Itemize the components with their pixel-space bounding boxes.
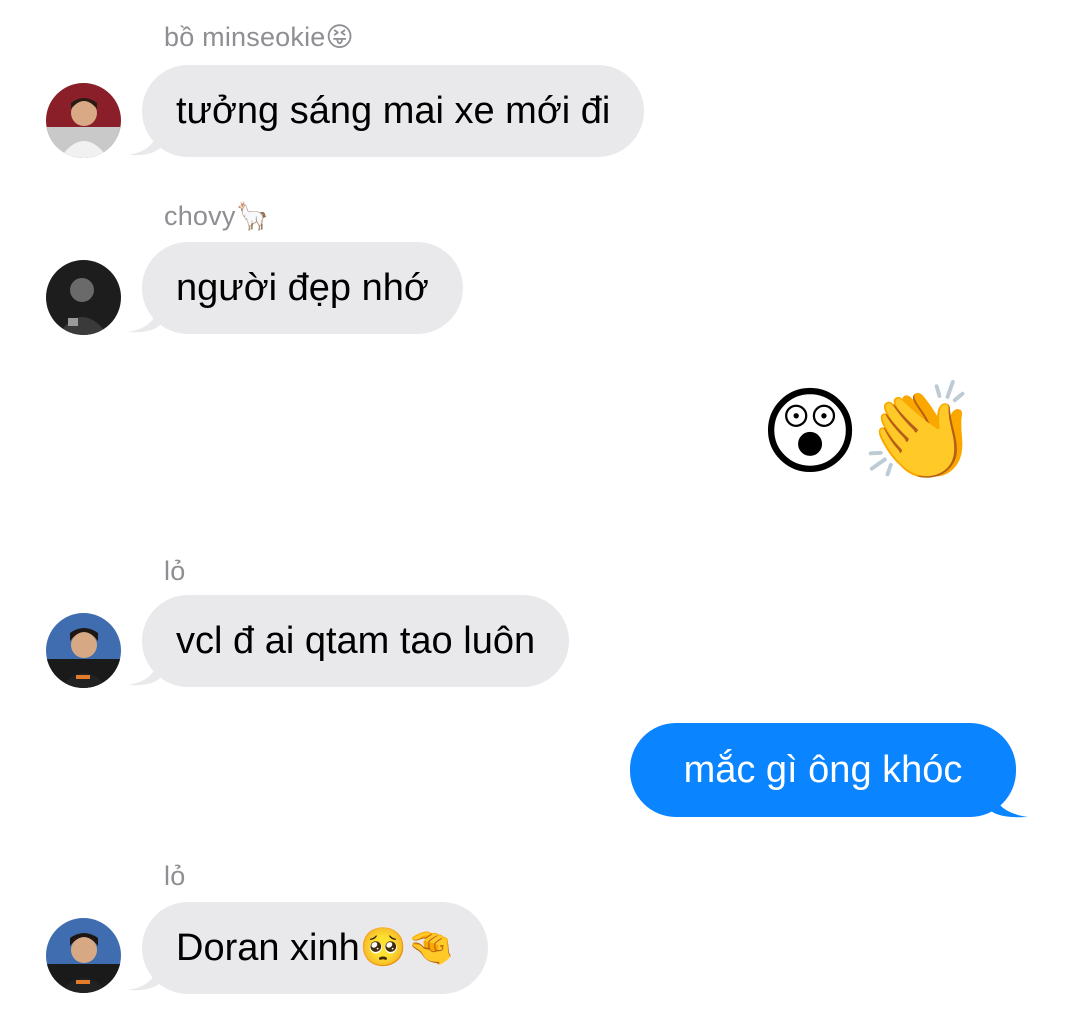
avatar[interactable]: [46, 260, 121, 335]
message-bubble[interactable]: người đẹp nhớ: [142, 242, 463, 334]
sender-name: lỏ: [164, 556, 186, 586]
outgoing-emoji-message[interactable]: 😲👏: [760, 385, 980, 481]
sender-name: lỏ: [164, 861, 186, 891]
message-thread: bồ minseokie😝 tưởng sáng mai xe mới đi c…: [0, 0, 1080, 1014]
avatar-photo: [46, 613, 121, 688]
emoji-icon: 🥺🤏: [359, 927, 455, 969]
avatar[interactable]: [46, 918, 121, 993]
sender-name: bồ minseokie😝: [164, 22, 354, 52]
avatar-photo: [46, 918, 121, 993]
message-bubble-outgoing[interactable]: mắc gì ông khóc: [630, 723, 1016, 817]
message-text: Doran xinh: [176, 927, 360, 969]
message-bubble[interactable]: vcl đ ai qtam tao luôn: [142, 595, 570, 687]
message-text: người đẹp nhớ: [176, 267, 429, 309]
avatar[interactable]: [46, 83, 121, 158]
message-text: mắc gì ông khóc: [683, 749, 963, 791]
message-bubble[interactable]: tưởng sáng mai xe mới đi: [142, 65, 645, 157]
avatar[interactable]: [46, 613, 121, 688]
message-text: vcl đ ai qtam tao luôn: [176, 620, 536, 662]
avatar-photo: [46, 83, 121, 158]
message-text: tưởng sáng mai xe mới đi: [176, 90, 611, 132]
sender-name: chovy🦙: [164, 201, 270, 231]
message-bubble[interactable]: Doran xinh 🥺🤏: [142, 902, 489, 994]
avatar-photo: [46, 260, 121, 335]
